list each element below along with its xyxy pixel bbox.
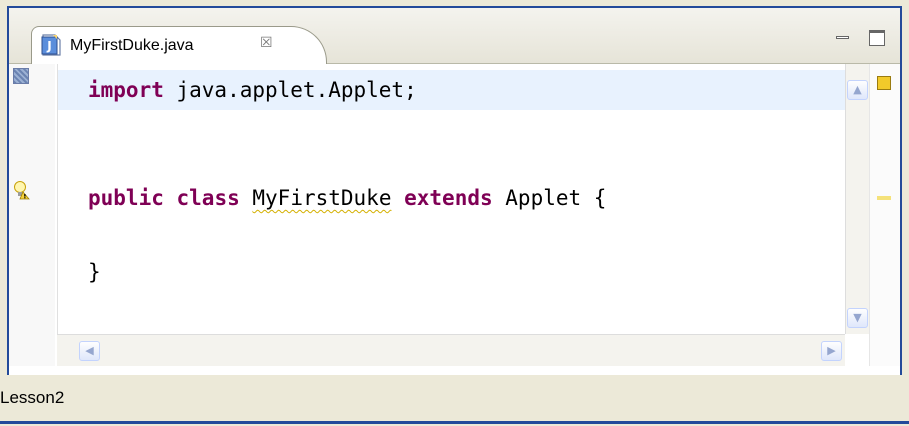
close-tab-icon[interactable]: ☒	[260, 35, 273, 51]
keyword-extends: extends	[404, 186, 493, 210]
code-line-1[interactable]: import java.applet.Applet;	[58, 70, 846, 110]
scroll-up-button[interactable]: ▲	[847, 80, 868, 100]
overview-status-indicator[interactable]	[877, 76, 891, 90]
scroll-left-button[interactable]: ◀	[79, 341, 100, 361]
tab-label: MyFirstDuke.java	[70, 37, 194, 54]
scroll-right-button[interactable]: ▶	[821, 341, 842, 361]
keyword-import: import	[88, 78, 164, 102]
editor-tab-bar: J MyFirstDuke.java ☒	[9, 8, 900, 64]
java-editor-panel: J MyFirstDuke.java ☒ import java.applet.…	[7, 6, 902, 375]
scroll-down-button[interactable]: ▼	[847, 308, 868, 328]
status-text: Lesson2	[0, 388, 65, 407]
class-name-warning: MyFirstDuke	[252, 186, 392, 210]
superclass-name: Applet {	[492, 186, 607, 210]
bookmark-marker-icon[interactable]	[13, 68, 29, 84]
horizontal-scrollbar[interactable]: ◀ ▶	[57, 334, 845, 366]
svg-text:J: J	[46, 39, 51, 53]
code-line-3[interactable]: }	[58, 252, 846, 292]
status-bar-underline	[0, 421, 909, 424]
editor-tab-myfirstduke[interactable]: J MyFirstDuke.java ☒	[31, 26, 327, 64]
import-path: java.applet.Applet;	[163, 78, 417, 102]
closing-brace: }	[88, 260, 101, 284]
overview-ruler[interactable]	[869, 64, 900, 366]
quick-fix-warning-icon[interactable]	[13, 180, 31, 200]
vertical-ruler[interactable]	[9, 64, 55, 366]
maximize-icon[interactable]	[869, 30, 885, 46]
code-line-2[interactable]: public class MyFirstDuke extends Applet …	[58, 178, 846, 218]
java-file-icon: J	[41, 34, 61, 56]
code-text-area[interactable]: import java.applet.Applet; public class …	[57, 64, 846, 334]
overview-warning-marker[interactable]	[877, 196, 891, 200]
minimize-icon[interactable]	[835, 30, 851, 46]
keyword-public: public	[88, 186, 164, 210]
vertical-scrollbar[interactable]: ▲ ▼	[845, 64, 869, 334]
keyword-class: class	[176, 186, 240, 210]
status-bar: Lesson2	[0, 378, 909, 426]
